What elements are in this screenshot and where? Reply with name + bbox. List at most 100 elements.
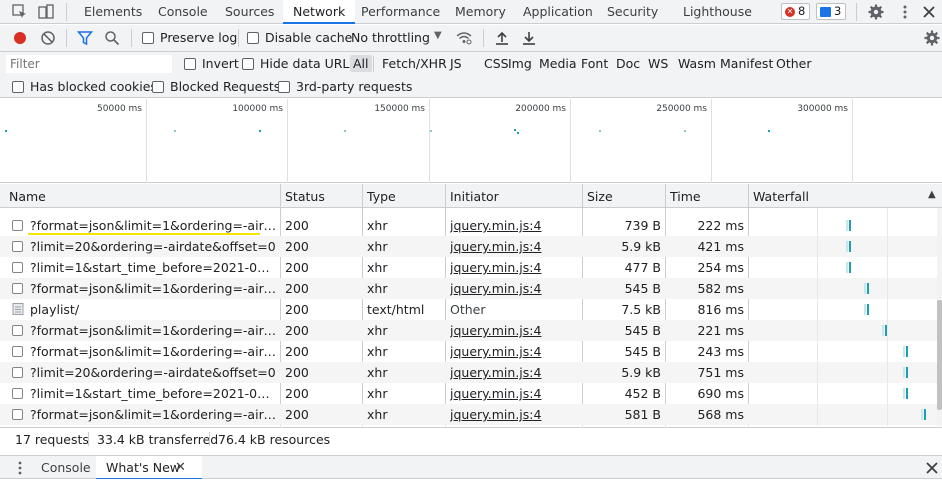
type-filter-css[interactable]: CSS	[484, 56, 509, 71]
invert-checkbox[interactable]	[184, 58, 196, 70]
cell-name[interactable]: ?limit=20&ordering=-airdate&offset=0	[30, 365, 276, 380]
table-row[interactable]: ?limit=20&ordering=-airdate&offset=0 200 x…	[0, 236, 937, 257]
cell-name[interactable]: ?format=json&limit=1&ordering=-airdate&a…	[30, 407, 276, 422]
table-row[interactable]: ?limit=20&ordering=-airdate&offset=0 200 x…	[0, 362, 937, 383]
column-header-size[interactable]: Size	[587, 189, 613, 204]
cell-initiator-link[interactable]: jquery.min.js:4	[450, 407, 578, 422]
table-row[interactable]: ?format=json&limit=1&ordering=-airdate&a…	[0, 320, 937, 341]
tab-memory[interactable]: Memory	[445, 0, 516, 23]
cell-time: 222 ms	[697, 218, 744, 233]
devtools-tab-bar: Elements Console Sources Network Performance…	[0, 0, 942, 24]
tab-network[interactable]: Network	[283, 0, 356, 24]
settings-gear-icon[interactable]	[868, 4, 884, 20]
cell-initiator-link[interactable]: jquery.min.js:4	[450, 260, 578, 275]
tab-console[interactable]: Console	[148, 0, 218, 23]
overview-tick-label: 50000 ms	[97, 104, 142, 114]
cell-name[interactable]: ?limit=20&ordering=-airdate&offset=0	[30, 239, 276, 254]
column-header-time[interactable]: Time	[670, 189, 701, 204]
import-har-icon[interactable]	[494, 30, 510, 46]
drawer-menu-icon[interactable]	[12, 460, 28, 476]
table-row[interactable]: playlist/200 text/html Other 7.5 kB 816 ms	[0, 299, 937, 320]
sort-ascending-icon[interactable]: ▲	[928, 189, 936, 200]
cell-name[interactable]: ?format=json&limit=1&ordering=-airdate&a…	[30, 218, 276, 233]
blocked-requests-checkbox[interactable]	[152, 81, 164, 93]
clear-icon[interactable]	[40, 30, 56, 46]
type-filter-fetch-xhr[interactable]: Fetch/XHR	[382, 56, 447, 71]
table-row[interactable]: ?format=json&limit=1&ordering=-airdate&a…	[0, 278, 937, 299]
cell-initiator-link[interactable]: jquery.min.js:4	[450, 344, 578, 359]
cell-initiator-link[interactable]: jquery.min.js:4	[450, 218, 578, 233]
cell-initiator-link[interactable]: jquery.min.js:4	[450, 365, 578, 380]
throttling-dropdown-arrow-icon[interactable]: ▼	[434, 30, 442, 41]
cell-initiator-link[interactable]: jquery.min.js:4	[450, 386, 578, 401]
column-header-name[interactable]: Name	[9, 189, 46, 204]
filter-funnel-icon[interactable]	[77, 30, 93, 46]
type-filter-manifest[interactable]: Manifest	[720, 56, 773, 71]
search-icon[interactable]	[104, 30, 120, 46]
waterfall-bar	[867, 304, 870, 315]
type-filter-other[interactable]: Other	[776, 56, 812, 71]
cell-name[interactable]: playlist/	[30, 302, 276, 317]
column-header-status[interactable]: Status	[285, 189, 325, 204]
preserve-log-checkbox[interactable]	[142, 32, 154, 44]
close-devtools-icon[interactable]	[921, 4, 937, 20]
type-filter-doc[interactable]: Doc	[616, 56, 640, 71]
drawer-tab-console[interactable]: Console	[31, 456, 101, 480]
close-drawer-icon[interactable]	[924, 460, 940, 476]
cell-name[interactable]: ?limit=1&start_time_before=2021-09-29T12…	[30, 260, 276, 275]
column-header-initiator[interactable]: Initiator	[450, 189, 499, 204]
network-settings-gear-icon[interactable]	[924, 30, 940, 46]
type-filter-img[interactable]: Img	[508, 56, 532, 71]
hide-data-urls-checkbox[interactable]	[242, 58, 254, 70]
tab-performance[interactable]: Performance	[351, 0, 450, 23]
drawer-tab-whats-new[interactable]: What's New	[96, 456, 203, 480]
cell-initiator-link[interactable]: jquery.min.js:4	[450, 323, 578, 338]
error-count-badge[interactable]: ✕ 8	[781, 3, 811, 20]
type-filter-font[interactable]: Font	[581, 56, 608, 71]
table-row[interactable]: ?format=json&limit=1&ordering=-airdate&a…	[0, 341, 937, 362]
waterfall-bar-waiting	[882, 325, 885, 336]
network-toolbar: Preserve log Disable cache No throttling…	[0, 25, 942, 52]
cell-name[interactable]: ?format=json&limit=1&ordering=-airdate&a…	[30, 344, 276, 359]
filter-input[interactable]	[6, 55, 172, 73]
type-filter-ws[interactable]: WS	[648, 56, 668, 71]
document-icon	[12, 303, 24, 315]
cell-time: 568 ms	[697, 407, 744, 422]
more-options-icon[interactable]	[897, 4, 913, 20]
preserve-log-label: Preserve log	[160, 30, 238, 45]
has-blocked-cookies-checkbox[interactable]	[12, 81, 24, 93]
throttling-select[interactable]: No throttling	[351, 30, 430, 45]
type-filter-wasm[interactable]: Wasm	[678, 56, 716, 71]
table-row[interactable]: ?limit=1&start_time_before=2021-09-29T12…	[0, 257, 937, 278]
tab-elements[interactable]: Elements	[74, 0, 152, 23]
device-toolbar-icon[interactable]	[38, 4, 54, 20]
cell-initiator-link[interactable]: jquery.min.js:4	[450, 281, 578, 296]
column-header-waterfall[interactable]: Waterfall	[753, 189, 809, 204]
type-filter-all[interactable]: All	[350, 55, 372, 72]
tab-security[interactable]: Security	[597, 0, 668, 23]
cell-name[interactable]: ?limit=1&start_time_before=2021-09-29T12…	[30, 386, 276, 401]
cell-name[interactable]: ?format=json&limit=1&ordering=-airdate&a…	[30, 281, 276, 296]
table-row[interactable]: ?format=json&limit=1&ordering=-airdate&a…	[0, 404, 937, 425]
cell-name[interactable]: ?format=json&limit=1&ordering=-airdate&a…	[30, 323, 276, 338]
filter-bar-secondary: Has blocked cookies Blocked Requests 3rd…	[0, 76, 942, 98]
overview-tick-label: 200000 ms	[515, 104, 566, 114]
type-filter-media[interactable]: Media	[539, 56, 577, 71]
tab-application[interactable]: Application	[513, 0, 603, 23]
record-icon[interactable]	[12, 30, 28, 46]
tab-sources[interactable]: Sources	[215, 0, 284, 23]
table-scrollbar-thumb[interactable]	[937, 300, 942, 410]
export-har-icon[interactable]	[521, 30, 537, 46]
close-tab-icon[interactable]: ✕	[175, 460, 186, 475]
tab-lighthouse[interactable]: Lighthouse	[673, 0, 762, 23]
network-conditions-wifi-icon[interactable]	[456, 30, 472, 46]
message-count-badge[interactable]: 3	[816, 3, 847, 20]
xhr-file-icon	[12, 346, 23, 357]
disable-cache-checkbox[interactable]	[247, 32, 259, 44]
type-filter-js[interactable]: JS	[450, 56, 462, 71]
third-party-requests-checkbox[interactable]	[278, 81, 290, 93]
column-header-type[interactable]: Type	[367, 189, 396, 204]
inspect-element-icon[interactable]	[12, 4, 28, 20]
table-row[interactable]: ?limit=1&start_time_before=2021-09-29T12…	[0, 383, 937, 404]
cell-initiator-link[interactable]: jquery.min.js:4	[450, 239, 578, 254]
